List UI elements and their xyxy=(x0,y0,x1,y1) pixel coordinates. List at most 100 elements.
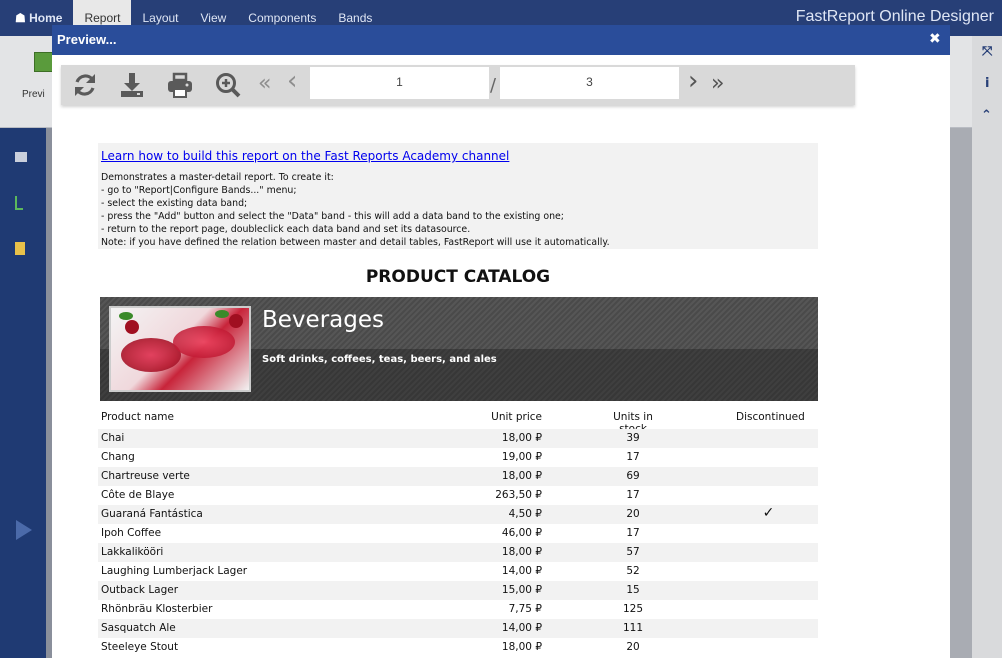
table-row: Ipoh Coffee 46,00 ₽ 17 xyxy=(98,524,818,543)
menu-layout[interactable]: Layout xyxy=(131,11,189,25)
modal-title: Preview... xyxy=(57,32,117,47)
preview-icon xyxy=(34,52,54,72)
report-notes: Learn how to build this report on the Fa… xyxy=(98,143,818,249)
refresh-icon[interactable] xyxy=(71,71,99,99)
first-page-button[interactable]: « xyxy=(258,73,271,95)
product-name-cell: Chang xyxy=(101,451,135,463)
total-pages-field: 3 xyxy=(500,67,679,99)
units-in-stock-cell: 17 xyxy=(626,451,640,463)
note-line: - press the "Add" button and select the … xyxy=(101,211,564,222)
leaf-shape xyxy=(215,310,229,318)
units-in-stock-cell: 15 xyxy=(626,584,640,596)
print-icon[interactable] xyxy=(166,71,194,99)
info-icon[interactable]: i xyxy=(985,76,989,91)
category-name: Beverages xyxy=(262,307,384,333)
note-line: - select the existing data band; xyxy=(101,198,248,209)
unit-price-cell: 14,00 ₽ xyxy=(501,565,542,577)
report-page: Learn how to build this report on the Fa… xyxy=(98,143,818,658)
note-line: - return to the report page, doubleclick… xyxy=(101,224,471,235)
product-name-cell: Chartreuse verte xyxy=(101,470,190,482)
home-label: Home xyxy=(29,11,63,25)
table-row: Chai 18,00 ₽ 39 xyxy=(98,429,818,448)
home-menu-item[interactable]: ☗ Home xyxy=(4,11,73,25)
data-icon[interactable] xyxy=(15,152,27,162)
note-line: - go to "Report|Configure Bands..." menu… xyxy=(101,185,297,196)
product-table: Product name Unit price Units in stock D… xyxy=(98,405,818,657)
units-in-stock-cell: 57 xyxy=(626,546,640,558)
cherry-shape xyxy=(125,320,139,334)
page-separator: / xyxy=(490,75,497,96)
close-icon[interactable]: ✖ xyxy=(929,31,941,47)
preview-toolbar: « ‹ 1 / 3 › » xyxy=(61,65,855,105)
category-photo xyxy=(109,306,251,392)
category-banner: Beverages Soft drinks, coffees, teas, be… xyxy=(100,297,818,401)
unit-price-cell: 46,00 ₽ xyxy=(501,527,542,539)
current-page-input[interactable]: 1 xyxy=(310,67,489,99)
units-in-stock-cell: 39 xyxy=(626,432,640,444)
last-page-button[interactable]: » xyxy=(711,73,724,95)
download-icon[interactable] xyxy=(118,71,146,99)
leaf-shape xyxy=(119,312,133,320)
product-name-cell: Rhönbräu Klosterbier xyxy=(101,603,213,615)
preview-ribbon-button[interactable]: Previ xyxy=(22,52,54,118)
zoom-in-icon[interactable] xyxy=(214,71,242,99)
table-body: Chai 18,00 ₽ 39 Chang 19,00 ₽ 17 Chartreuse ve… xyxy=(98,429,818,657)
product-name-cell: Côte de Blaye xyxy=(101,489,175,501)
table-row: Rhönbräu Klosterbier 7,75 ₽ 125 xyxy=(98,600,818,619)
discontinued-cell: ✓ xyxy=(762,505,775,521)
units-in-stock-cell: 20 xyxy=(626,508,640,520)
report-tree-icon[interactable] xyxy=(15,196,23,210)
table-row: Steeleye Stout 18,00 ₽ 20 xyxy=(98,638,818,657)
units-in-stock-cell: 52 xyxy=(626,565,640,577)
designer-brand: FastReport Online Designer xyxy=(795,8,994,25)
menu-components[interactable]: Components xyxy=(237,11,327,25)
unit-price-cell: 7,75 ₽ xyxy=(508,603,542,615)
menu-view[interactable]: View xyxy=(190,11,238,25)
unit-price-cell: 19,00 ₽ xyxy=(501,451,542,463)
report-title: PRODUCT CATALOG xyxy=(365,267,551,287)
table-row: Laughing Lumberjack Lager 14,00 ₽ 52 xyxy=(98,562,818,581)
unit-price-cell: 18,00 ₽ xyxy=(501,470,542,482)
product-name-cell: Steeleye Stout xyxy=(101,641,179,653)
product-name-cell: Chai xyxy=(101,432,125,444)
unit-price-cell: 18,00 ₽ xyxy=(501,641,542,653)
product-name-cell: Sasquatch Ale xyxy=(101,622,176,634)
table-row: Sasquatch Ale 14,00 ₽ 111 xyxy=(98,619,818,638)
product-name-cell: Guaraná Fantástica xyxy=(101,508,203,520)
units-in-stock-cell: 20 xyxy=(626,641,640,653)
collapse-icon[interactable]: ⌃ xyxy=(981,108,992,123)
fullscreen-icon[interactable]: ⤧ xyxy=(982,44,992,59)
properties-icon[interactable] xyxy=(15,242,25,255)
unit-price-cell: 18,00 ₽ xyxy=(501,432,542,444)
modal-header: Preview... ✖ xyxy=(52,25,950,55)
unit-price-cell: 18,00 ₽ xyxy=(501,546,542,558)
category-description: Soft drinks, coffees, teas, beers, and a… xyxy=(262,354,497,365)
header-unit-price: Unit price xyxy=(491,411,542,423)
product-name-cell: Lakkalikööri xyxy=(101,546,164,558)
play-icon[interactable] xyxy=(16,520,32,540)
table-header: Product name Unit price Units in stock D… xyxy=(98,405,818,435)
cherry-shape xyxy=(229,314,243,328)
unit-price-cell: 263,50 ₽ xyxy=(495,489,542,501)
units-in-stock-cell: 125 xyxy=(622,603,644,615)
table-row: Lakkalikööri 18,00 ₽ 57 xyxy=(98,543,818,562)
units-in-stock-cell: 17 xyxy=(626,489,640,501)
preview-ribbon-label: Previ xyxy=(22,89,45,100)
units-in-stock-cell: 69 xyxy=(626,470,640,482)
header-product-name: Product name xyxy=(101,411,174,423)
product-name-cell: Laughing Lumberjack Lager xyxy=(101,565,248,577)
unit-price-cell: 15,00 ₽ xyxy=(501,584,542,596)
academy-link[interactable]: Learn how to build this report on the Fa… xyxy=(101,149,509,163)
next-page-button[interactable]: › xyxy=(688,68,698,94)
designer-left-sidebar xyxy=(0,128,46,658)
note-line: Demonstrates a master-detail report. To … xyxy=(101,172,334,183)
table-row: Chang 19,00 ₽ 17 xyxy=(98,448,818,467)
prev-page-button[interactable]: ‹ xyxy=(287,68,297,94)
table-row: Guaraná Fantástica 4,50 ₽ 20 ✓ xyxy=(98,505,818,524)
menu-bands[interactable]: Bands xyxy=(327,11,383,25)
unit-price-cell: 14,00 ₽ xyxy=(501,622,542,634)
unit-price-cell: 4,50 ₽ xyxy=(508,508,542,520)
preview-modal: Preview... ✖ « ‹ 1 / 3 › » Learn how to … xyxy=(52,25,950,658)
glass-shape xyxy=(173,326,235,358)
note-line: Note: if you have defined the relation b… xyxy=(101,237,610,248)
